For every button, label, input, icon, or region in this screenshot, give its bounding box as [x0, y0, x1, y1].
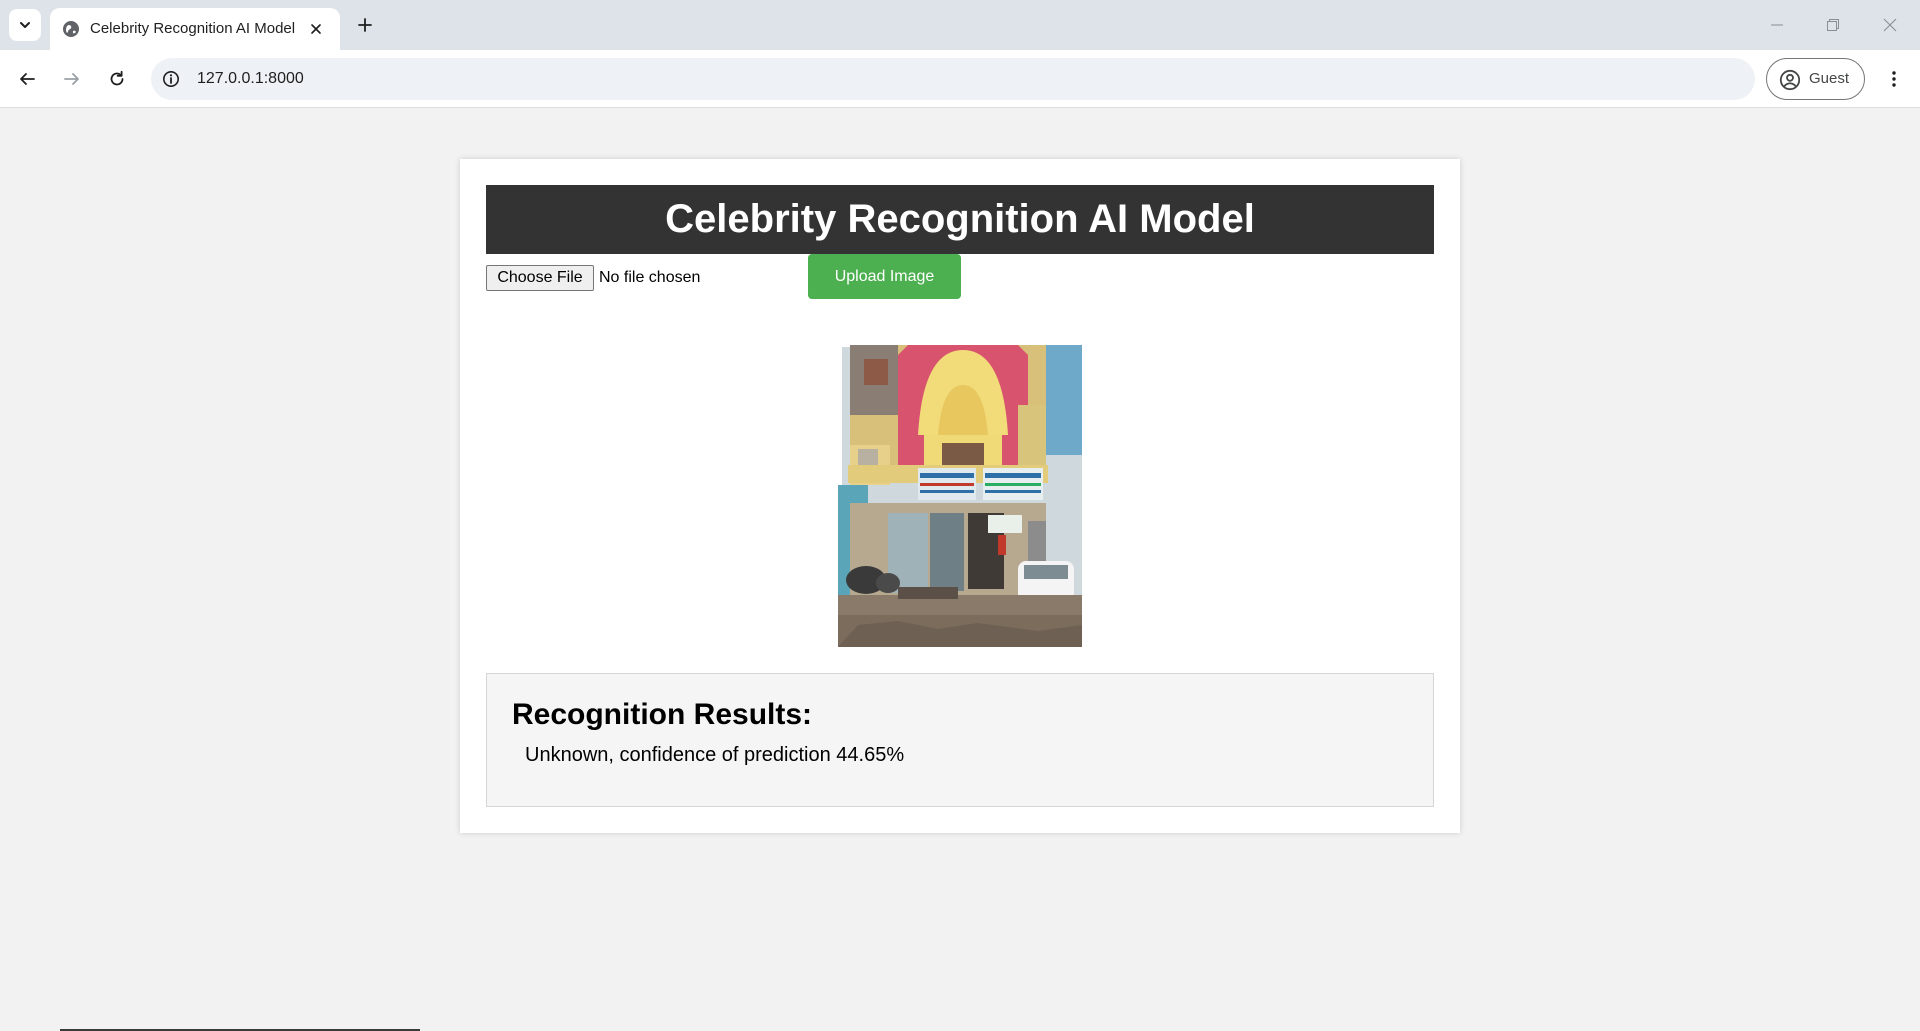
page-viewport: Celebrity Recognition AI Model Choose Fi… — [0, 109, 1920, 1031]
address-bar[interactable]: 127.0.0.1:8000 — [151, 58, 1755, 100]
page-title: Celebrity Recognition AI Model — [486, 185, 1434, 254]
globe-icon — [63, 21, 79, 37]
choose-file-button[interactable]: Choose File — [486, 265, 594, 291]
tab-close-button[interactable] — [306, 19, 326, 39]
reload-button[interactable] — [101, 63, 133, 95]
tab-search-button[interactable] — [9, 9, 41, 41]
upload-form: Choose File No file chosen Upload Image — [486, 254, 1434, 304]
arrow-right-icon — [64, 73, 79, 85]
site-info-button[interactable] — [161, 69, 181, 89]
main-card: Celebrity Recognition AI Model Choose Fi… — [460, 159, 1460, 833]
restore-button[interactable] — [1805, 0, 1861, 50]
browser-tab[interactable]: Celebrity Recognition AI Model — [50, 8, 340, 50]
chevron-down-icon — [20, 22, 30, 28]
reload-icon — [110, 70, 124, 86]
file-status-text: No file chosen — [599, 269, 701, 286]
kebab-menu-icon — [1892, 71, 1896, 87]
info-icon — [163, 71, 179, 87]
minimize-icon — [1771, 24, 1783, 26]
close-window-button[interactable] — [1862, 0, 1918, 50]
tab-strip: Celebrity Recognition AI Model — [0, 0, 1920, 50]
close-window-icon — [1883, 18, 1897, 32]
building-photo — [838, 325, 1082, 647]
back-button[interactable] — [11, 63, 43, 95]
arrow-left-icon — [20, 73, 35, 85]
results-panel: Recognition Results: Unknown, confidence… — [486, 673, 1434, 807]
url-text: 127.0.0.1:8000 — [197, 70, 304, 87]
tab-title: Celebrity Recognition AI Model — [90, 20, 296, 37]
upload-image-button[interactable]: Upload Image — [808, 254, 961, 299]
new-tab-button[interactable] — [351, 11, 379, 39]
results-title: Recognition Results: — [512, 698, 813, 731]
close-icon — [311, 24, 321, 34]
restore-icon — [1827, 19, 1839, 31]
forward-button[interactable] — [56, 63, 88, 95]
profile-label: Guest — [1809, 70, 1850, 87]
browser-menu-button[interactable] — [1878, 63, 1910, 95]
uploaded-image-preview — [838, 325, 1082, 647]
results-text: Unknown, confidence of prediction 44.65% — [525, 744, 905, 766]
minimize-button[interactable] — [1749, 0, 1805, 50]
browser-toolbar: 127.0.0.1:8000 Guest — [0, 50, 1920, 108]
person-circle-icon — [1779, 69, 1801, 91]
plus-icon — [358, 18, 372, 32]
profile-button[interactable]: Guest — [1766, 58, 1865, 100]
